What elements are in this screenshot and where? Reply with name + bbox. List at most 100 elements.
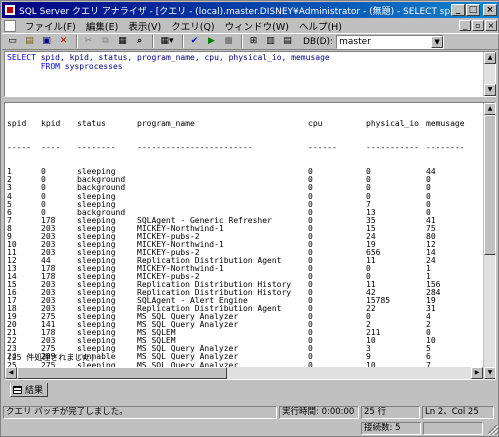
query-editor[interactable]: SELECT spid, kpid, status, program_name,… [4, 51, 496, 97]
table-row: 5 0 sleeping 0 7 0 [7, 200, 431, 209]
table-row: 2 0 background 0 0 0 [7, 176, 431, 184]
result-rows: 1 0 sleeping 0 0 44 2 0 background 0 0 0 3 0 backgroun… [7, 168, 440, 369]
column-header: status [77, 119, 106, 129]
column-rule: ------ [308, 143, 337, 153]
separator-row: ----- ---- -------- --------------------… [7, 144, 465, 152]
status-empty-pane [423, 422, 483, 435]
save-icon[interactable]: ▣ [39, 35, 54, 49]
close-button[interactable]: × [483, 4, 497, 16]
scroll-down-icon[interactable]: ▼ [484, 367, 495, 379]
results-horizontal-scrollbar[interactable]: ◀ ▶ [5, 367, 483, 379]
mdi-close-button[interactable]: × [485, 20, 497, 31]
tab-results-label: 結果 [25, 386, 44, 396]
menu-edit[interactable]: 編集(E) [81, 19, 123, 33]
connection-count: 接続数: 5 [361, 422, 421, 435]
db-label: DB(D): [303, 36, 334, 47]
stop-icon[interactable]: ■ [221, 35, 236, 49]
tab-results[interactable]: 結果 [10, 383, 48, 397]
scroll-down-icon[interactable]: ▼ [484, 84, 496, 96]
open-folder-icon[interactable]: ▤ [22, 35, 37, 49]
mdi-minimize-button[interactable]: _ [459, 20, 471, 31]
chevron-down-icon[interactable]: ▼ [431, 35, 444, 48]
new-query-icon[interactable]: ▭ [5, 35, 20, 49]
copy-icon[interactable]: ⧉ [98, 35, 113, 49]
title-bar[interactable]: SQL Server クエリ アナライザ - [クエリ - (local).ma… [2, 2, 499, 18]
table-row: 3 0 background 0 0 0 [7, 184, 431, 192]
scroll-left-icon[interactable]: ◀ [5, 367, 17, 379]
table-row: 7 178 sleeping SQLAgent - Generic Refresher… [7, 216, 436, 225]
sql-text: sysprocesses [59, 62, 123, 71]
column-header: program_name [137, 119, 195, 129]
menu-file[interactable]: ファイル(F) [20, 19, 81, 33]
menu-query[interactable]: クエリ(Q) [166, 19, 219, 33]
rows-affected-message: (25 件処理されました) [7, 353, 96, 362]
toolbar-separator [241, 35, 243, 48]
minimize-button[interactable]: _ [451, 4, 465, 16]
column-rule: ---- [41, 143, 61, 153]
maximize-button[interactable]: □ [466, 4, 480, 16]
menu-window[interactable]: ウィンドウ(W) [220, 19, 294, 33]
scroll-thumb[interactable] [484, 115, 495, 255]
column-header: spid [7, 119, 27, 129]
grid-icon [13, 385, 22, 394]
app-icon[interactable] [4, 4, 16, 16]
status-spacer [3, 422, 359, 435]
resize-grip[interactable] [488, 425, 498, 435]
scroll-right-icon[interactable]: ▶ [471, 367, 483, 379]
result-tabs: 結果 [4, 381, 496, 405]
results-text: spid kpid status program_name cpu physic… [7, 104, 465, 379]
find-icon[interactable]: ⌕ [132, 35, 147, 49]
toolbar-separator [152, 35, 154, 48]
toolbar-separator [76, 35, 78, 48]
sql-keyword: SELECT [7, 53, 36, 62]
scroll-up-icon[interactable]: ▲ [484, 52, 496, 64]
execute-mode-icon[interactable]: ▦▾ [157, 35, 177, 49]
connection-status-bar: 接続数: 5 [2, 421, 499, 436]
scroll-thumb[interactable] [17, 367, 227, 379]
column-rule: -------- [77, 143, 116, 153]
sql-keyword: FROM [40, 62, 60, 71]
query-analyzer-window: SQL Server クエリ アナライザ - [クエリ - (local).ma… [0, 0, 499, 437]
results-vertical-scrollbar[interactable]: ▲ ▼ [483, 103, 495, 379]
row-count: 25 行 [361, 406, 420, 419]
cut-icon[interactable]: ✂ [81, 35, 96, 49]
show-plan-icon[interactable]: ⊞ [246, 35, 261, 49]
table-row: 8 203 sleeping MICKEY-Northwind-1 0 15 75 [7, 224, 436, 233]
sql-text: spid, kpid, status, program_name, cpu, p… [35, 53, 330, 62]
results-pane[interactable]: spid kpid status program_name cpu physic… [4, 102, 496, 380]
editor-vertical-scrollbar[interactable]: ▲ ▼ [483, 52, 496, 96]
toolbar: ▭ ▤ ▣ ✕ ✂ ⧉ ▦ ⌕ ▦▾ ✔ ▶ ■ ⊞ ▥ ▤ DB(D): ma… [2, 33, 499, 50]
column-header: memusage [426, 119, 465, 129]
document-icon[interactable] [4, 19, 16, 32]
object-browser-icon[interactable]: ▥ [263, 35, 278, 49]
menu-view[interactable]: 表示(V) [123, 19, 166, 33]
column-rule: -------- [426, 143, 465, 153]
query-text[interactable]: SELECT spid, kpid, status, program_name,… [7, 53, 330, 71]
sql-indent [7, 62, 41, 71]
status-bar: クエリ バッチが完了しました。 実行時間: 0:00:00 25 行 Ln 2、… [2, 405, 499, 420]
header-row: spid kpid status program_name cpu physic… [7, 119, 465, 129]
table-row: 4 0 sleeping 0 0 0 [7, 192, 431, 201]
menu-bar: ファイル(F) 編集(E) 表示(V) クエリ(Q) ウィンドウ(W) ヘルプ(… [2, 18, 499, 33]
toolbar-separator [182, 35, 184, 48]
scroll-up-icon[interactable]: ▲ [484, 103, 495, 115]
window-title: SQL Server クエリ アナライザ - [クエリ - (local).ma… [19, 6, 451, 17]
cursor-position: Ln 2、Col 25 [422, 406, 494, 419]
column-rule: ------------------------ [137, 143, 253, 153]
menu-help[interactable]: ヘルプ(H) [294, 19, 347, 33]
execute-play-icon[interactable]: ▶ [204, 35, 219, 49]
execution-time: 実行時間: 0:00:00 [279, 406, 359, 419]
mdi-controls: _ ▫ × [459, 20, 499, 31]
column-header: cpu [308, 119, 323, 129]
table-row: 6 0 background 0 13 0 [7, 208, 431, 217]
paste-icon[interactable]: ▦ [115, 35, 130, 49]
object-search-icon[interactable]: ▤ [280, 35, 295, 49]
database-select[interactable]: master ▼ [336, 34, 445, 49]
database-value: master [339, 36, 371, 47]
column-rule: ----------- [366, 143, 419, 153]
mdi-restore-button[interactable]: ▫ [472, 20, 484, 31]
delete-icon[interactable]: ✕ [56, 35, 71, 49]
column-header: kpid [41, 119, 61, 129]
parse-check-icon[interactable]: ✔ [187, 35, 202, 49]
status-message: クエリ バッチが完了しました。 [3, 406, 277, 419]
